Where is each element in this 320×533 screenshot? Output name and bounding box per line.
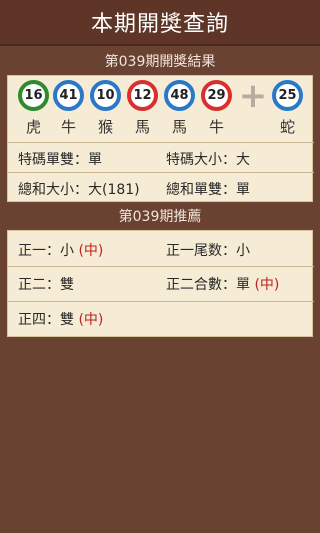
- hit-mark: (中): [78, 312, 104, 328]
- result-balls: 16 41 10 12 48 29 + 25: [8, 75, 314, 116]
- recommend-zheng1: 正一：小 (中): [18, 240, 103, 260]
- recommend-section-title: 第039期推薦: [118, 209, 202, 225]
- zodiac-3: 猴: [97, 118, 113, 136]
- special-size: 特碼大小：大: [166, 152, 250, 168]
- hit-mark: (中): [78, 243, 104, 259]
- ball-1: 16: [18, 80, 49, 111]
- divider: [8, 172, 314, 173]
- zodiac-6: 牛: [208, 118, 224, 136]
- recommend-zheng2-sum: 正二合數：單 (中): [166, 274, 279, 294]
- zodiac-1: 虎: [25, 118, 41, 136]
- results-panel: 16 41 10 12 48 29 + 25 虎 牛 猴 馬 馬 牛 蛇 特碼單…: [7, 75, 314, 202]
- ball-5: 48: [164, 80, 195, 111]
- zodiac-2: 牛: [60, 118, 76, 136]
- ball-2: 41: [53, 80, 84, 111]
- recommend-zheng2-sum-label: 正二合數：單: [166, 277, 250, 293]
- results-section-title: 第039期開獎結果: [104, 54, 216, 70]
- ball-3: 10: [90, 80, 121, 111]
- sum-odd-even: 總和單雙：單: [166, 182, 250, 198]
- special-odd-even: 特碼單雙：單: [18, 152, 102, 168]
- special-ball: 25: [272, 80, 303, 111]
- recommend-zheng4-label: 正四：雙: [18, 312, 74, 328]
- ball-4: 12: [127, 80, 158, 111]
- recommend-panel: 正一：小 (中) 正一尾数：小 正二：雙 正二合數：單 (中) 正四：雙 (中): [7, 230, 314, 337]
- zodiac-4: 馬: [134, 118, 150, 136]
- zodiac-5: 馬: [171, 118, 187, 136]
- recommend-zheng4: 正四：雙 (中): [18, 309, 103, 329]
- divider: [8, 142, 314, 143]
- ball-6: 29: [201, 80, 232, 111]
- sum-size: 總和大小：大(181): [18, 182, 140, 198]
- recommend-zheng1-label: 正一：小: [18, 243, 74, 259]
- page-header: 本期開獎查詢: [0, 0, 320, 46]
- page-title: 本期開獎查詢: [90, 12, 229, 37]
- recommend-zheng2: 正二：雙: [18, 277, 74, 293]
- recommend-zheng1-tail: 正一尾数：小: [166, 243, 250, 259]
- divider: [8, 266, 314, 267]
- plus-icon: +: [238, 75, 268, 116]
- divider: [8, 301, 314, 302]
- zodiac-special: 蛇: [279, 118, 295, 136]
- hit-mark: (中): [254, 277, 280, 293]
